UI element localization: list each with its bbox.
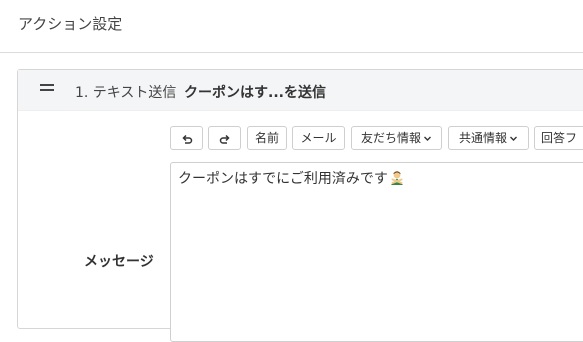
man-gesturing-no-icon [390,171,403,185]
redo-icon [219,134,230,144]
answer-form-button[interactable]: 回答フ [534,126,583,150]
page-title: アクション設定 [18,15,123,33]
title-divider [0,52,583,53]
action-card-header[interactable]: 1. テキスト送信 クーポンはす...を送信 [18,70,583,111]
message-text: クーポンはすでにご利用済みです [178,171,388,187]
undo-icon [181,134,192,144]
mail-button[interactable]: メール [292,126,345,150]
friend-info-label: 友だち情報 [360,131,421,145]
answer-form-label: 回答フ [541,131,578,145]
drag-handle-icon[interactable] [40,84,54,92]
redo-button[interactable] [208,126,241,150]
chevron-down-icon [424,136,431,141]
shared-info-dropdown[interactable]: 共通情報 [448,126,529,150]
undo-button[interactable] [170,126,203,150]
shared-info-label: 共通情報 [458,131,507,145]
message-label: メッセージ [84,254,154,270]
name-button-label: 名前 [254,131,279,145]
message-textarea[interactable]: クーポンはすでにご利用済みです [170,162,583,342]
chevron-down-icon [510,136,517,141]
mail-button-label: メール [300,131,337,145]
friend-info-dropdown[interactable]: 友だち情報 [351,126,442,150]
action-label: 1. テキスト送信 [75,85,177,101]
action-summary: クーポンはす...を送信 [184,85,326,101]
name-button[interactable]: 名前 [247,126,287,150]
action-card: 1. テキスト送信 クーポンはす...を送信 名前 メール 友だち情報 共通情報 [17,69,583,342]
